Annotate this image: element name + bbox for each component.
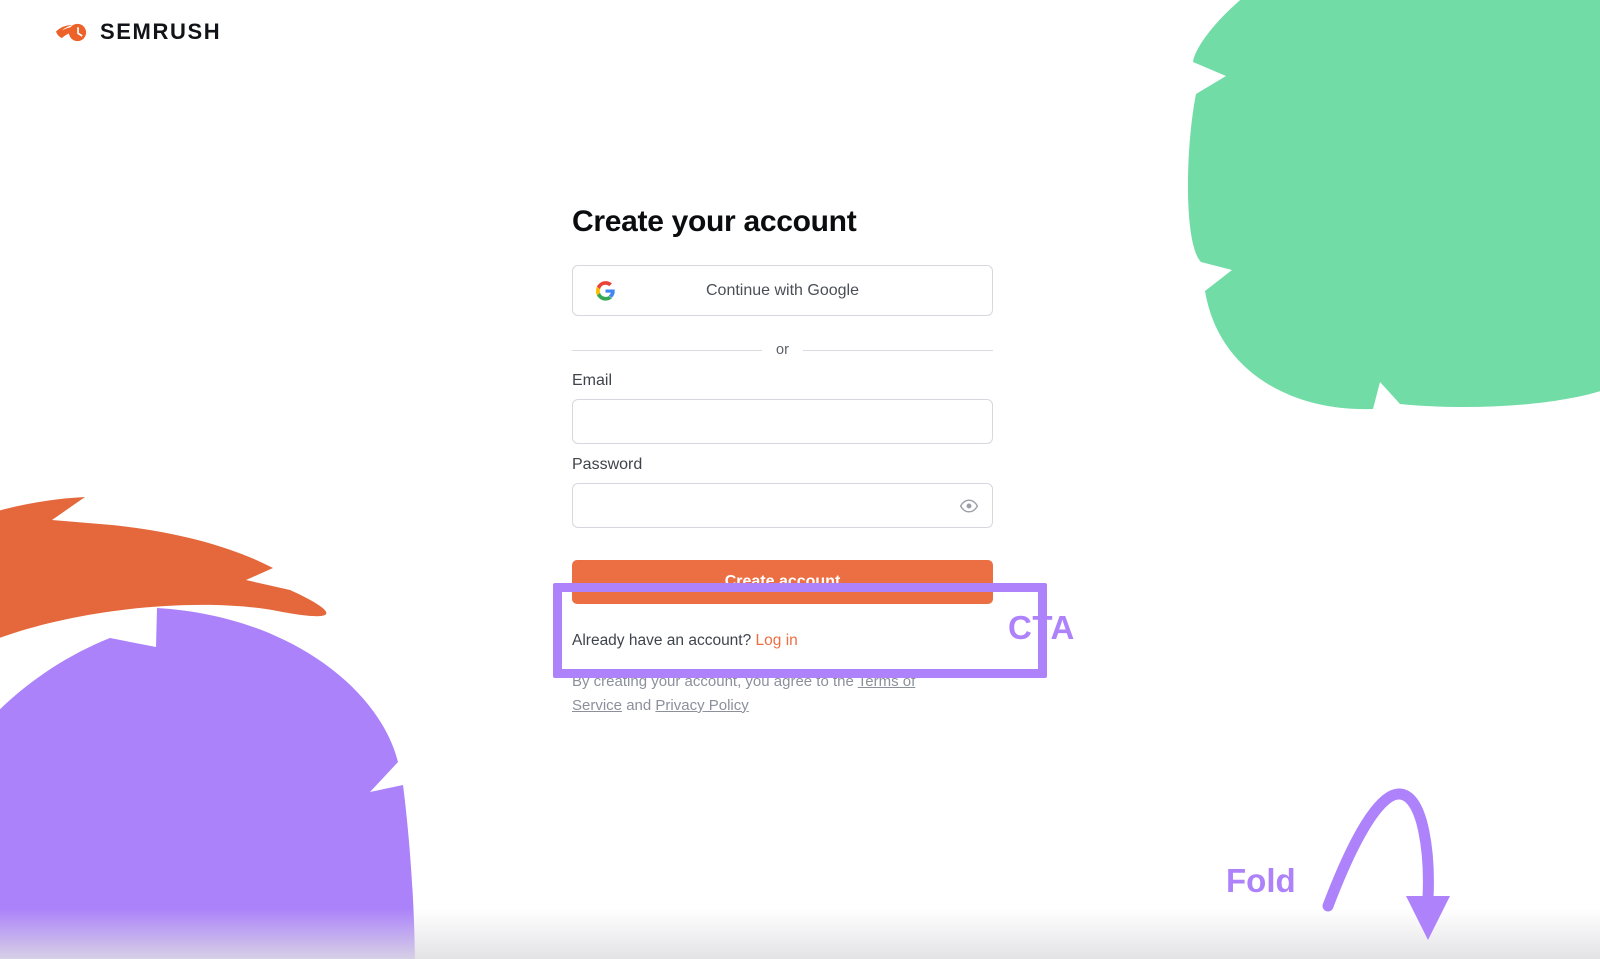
semrush-comet-icon: [56, 23, 87, 42]
create-account-button[interactable]: Create account: [572, 560, 993, 604]
email-field-group: Email: [572, 372, 993, 444]
eye-icon[interactable]: [959, 496, 979, 516]
divider-label: or: [776, 342, 789, 358]
email-label: Email: [572, 372, 613, 389]
divider: or: [572, 342, 993, 358]
divider-line-right: [802, 349, 993, 351]
google-g-icon: [595, 280, 615, 301]
divider-line-left: [572, 349, 763, 351]
page-fold-gradient: [0, 887, 1600, 959]
continue-with-google-button[interactable]: Continue with Google: [572, 265, 993, 316]
terms-prefix: By creating your account, you agree to t…: [572, 673, 854, 690]
fold-annotation-label: Fold: [1226, 862, 1296, 899]
password-field-group: Password: [572, 456, 993, 528]
terms-text: By creating your account, you agree to t…: [572, 670, 932, 717]
terms-conjunction: and: [626, 696, 652, 714]
email-input[interactable]: [572, 399, 993, 444]
signup-page: SEMRUSH Create your account Continue wit…: [0, 0, 1600, 959]
green-blob-shape: [1187, 0, 1600, 410]
orange-comet-shape: [0, 497, 327, 638]
password-input-shell: [572, 483, 993, 528]
signup-form: Create your account Continue with Google…: [572, 205, 993, 717]
login-prompt-row: Already have an account? Log in: [572, 632, 993, 650]
privacy-policy-link[interactable]: Privacy Policy: [655, 697, 748, 714]
cta-zone: Create account: [572, 550, 993, 610]
log-in-link[interactable]: Log in: [756, 632, 798, 649]
page-title: Create your account: [572, 205, 857, 238]
login-prompt-text: Already have an account?: [572, 632, 752, 649]
email-input-shell: [572, 399, 993, 444]
cta-annotation-label: CTA: [1008, 609, 1075, 646]
google-button-label: Continue with Google: [706, 281, 859, 299]
password-input[interactable]: [572, 483, 993, 528]
password-label: Password: [572, 456, 643, 473]
curved-down-arrow-icon: [1322, 788, 1450, 940]
semrush-wordmark: SEMRUSH: [100, 19, 222, 44]
semrush-logo[interactable]: SEMRUSH: [56, 18, 221, 46]
purple-circle-shape: [0, 608, 415, 959]
